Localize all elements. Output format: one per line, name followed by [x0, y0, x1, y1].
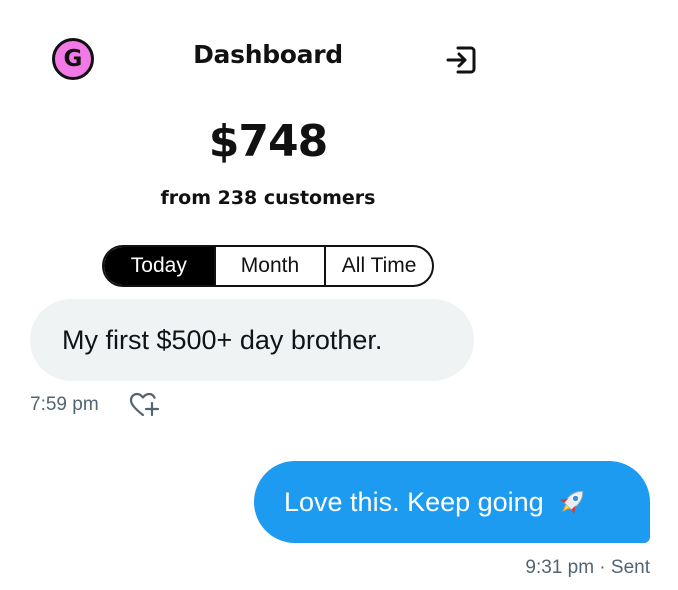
incoming-message[interactable]: My first $500+ day brother. — [30, 299, 474, 381]
tab-month[interactable]: Month — [213, 247, 325, 285]
outgoing-message-text: Love this. Keep going — [284, 486, 544, 517]
logout-icon[interactable] — [444, 42, 480, 78]
incoming-message-time: 7:59 pm — [30, 394, 99, 415]
incoming-message-text: My first $500+ day brother. — [62, 324, 383, 355]
rocket-icon — [559, 490, 583, 515]
revenue-amount: $748 — [208, 116, 328, 167]
tab-today[interactable]: Today — [104, 247, 214, 285]
outgoing-message-status: 9:31 pm · Sent — [525, 557, 650, 578]
customer-count: from 238 customers — [160, 187, 376, 209]
period-selector: Today Month All Time — [102, 245, 434, 287]
heart-add-icon[interactable] — [128, 390, 160, 420]
page-title: Dashboard — [193, 40, 343, 69]
tab-all-time[interactable]: All Time — [324, 247, 432, 285]
outgoing-message[interactable]: Love this. Keep going — [254, 461, 650, 543]
avatar[interactable]: G — [52, 38, 94, 80]
avatar-letter: G — [63, 46, 83, 72]
